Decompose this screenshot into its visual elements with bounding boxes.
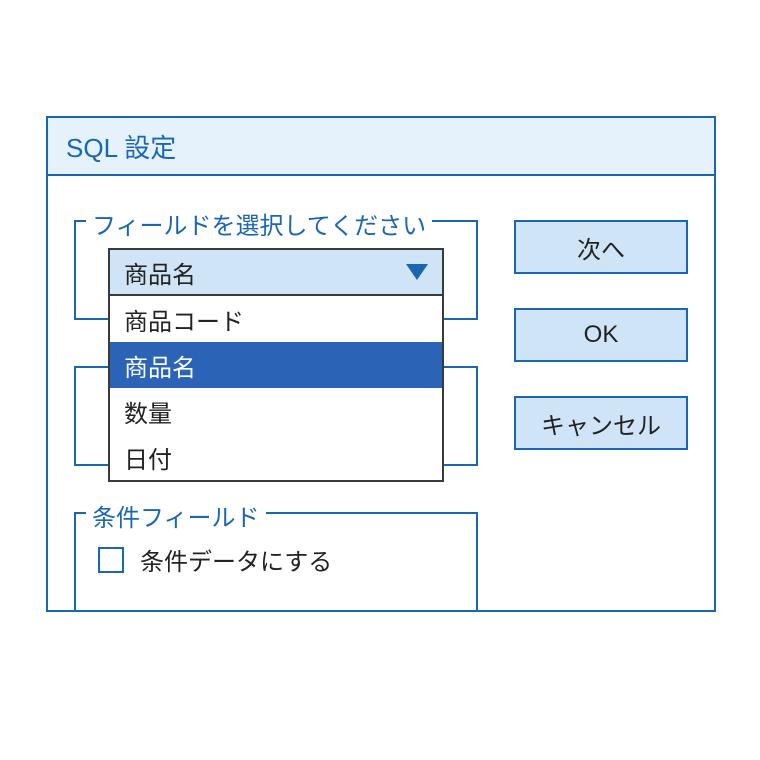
field-option-label: 日付 <box>124 440 172 475</box>
chevron-down-icon <box>406 264 428 280</box>
fieldset-select-field-legend: フィールドを選択してください <box>86 206 432 241</box>
field-option-1[interactable]: 商品名 <box>110 342 442 388</box>
fieldset-condition-field: 条件フィールド 条件データにする <box>74 512 478 612</box>
cancel-button[interactable]: キャンセル <box>514 396 688 450</box>
dialog-title: SQL 設定 <box>66 128 176 165</box>
fieldset-condition-legend: 条件フィールド <box>86 498 266 533</box>
dialog-titlebar: SQL 設定 <box>48 118 714 176</box>
cancel-button-label: キャンセル <box>541 406 661 441</box>
condition-checkbox-label: 条件データにする <box>140 542 332 577</box>
condition-checkbox-row[interactable]: 条件データにする <box>98 542 332 577</box>
field-option-label: 商品コード <box>124 302 244 337</box>
field-select-dropdown[interactable]: 商品コード 商品名 数量 日付 <box>108 296 444 482</box>
field-option-label: 商品名 <box>124 348 196 383</box>
next-button[interactable]: 次へ <box>514 220 688 274</box>
condition-checkbox[interactable] <box>98 547 124 573</box>
field-option-2[interactable]: 数量 <box>110 388 442 434</box>
field-select-value: 商品名 <box>124 255 196 290</box>
sql-settings-dialog: SQL 設定 フィールドを選択してください 条件フィールド 条件データにする 商… <box>46 116 716 612</box>
next-button-label: 次へ <box>577 230 625 265</box>
dialog-body: フィールドを選択してください 条件フィールド 条件データにする 商品名 商品コー… <box>48 176 714 610</box>
field-select[interactable]: 商品名 <box>108 248 444 296</box>
field-option-0[interactable]: 商品コード <box>110 296 442 342</box>
field-option-3[interactable]: 日付 <box>110 434 442 480</box>
ok-button[interactable]: OK <box>514 308 688 362</box>
ok-button-label: OK <box>584 321 619 349</box>
field-option-label: 数量 <box>124 394 172 429</box>
stage: SQL 設定 フィールドを選択してください 条件フィールド 条件データにする 商… <box>0 0 760 760</box>
